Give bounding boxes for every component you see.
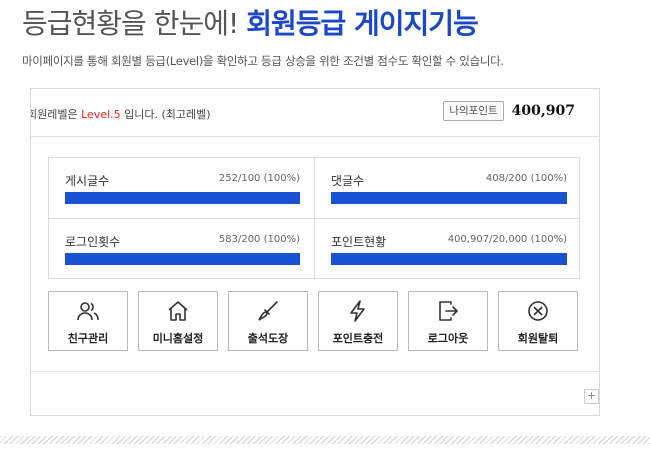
gauge-label: 댓글수: [331, 174, 365, 188]
my-point-box: 나의포인트 400,907: [443, 101, 575, 121]
member-level-panel: 회원레벨은 Level.5 입니다. (최고레벨) 나의포인트 400,907 …: [30, 88, 600, 416]
action-buttons: 친구관리 미니홈설정 출석도장 포인트충전 로그아웃 회원탈퇴: [48, 291, 580, 351]
gauge-comments: 댓글수 408/200 (100%): [315, 158, 581, 219]
withdraw-button[interactable]: 회원탈퇴: [498, 291, 578, 351]
friends-icon: [77, 302, 99, 321]
gauge-fill: [331, 253, 567, 265]
gauge-fill: [331, 192, 567, 204]
gauge-value: 252/100 (100%): [218, 173, 300, 184]
hero-title-light: 등급현황을 한눈에!: [22, 7, 239, 40]
level-suffix: 입니다. (최고레벨): [124, 108, 211, 121]
level-info: 회원레벨은 Level.5 입니다. (최고레벨): [30, 106, 211, 122]
expand-button[interactable]: +: [584, 389, 599, 404]
hero-title-strong: 회원등급 게이지기능: [246, 7, 479, 40]
action-label: 친구관리: [67, 332, 109, 345]
gauge-value: 583/200 (100%): [218, 234, 300, 245]
gauge-value: 408/200 (100%): [485, 173, 567, 184]
point-charge-button[interactable]: 포인트충전: [318, 291, 398, 351]
stamp-icon: [258, 301, 278, 321]
hero-subtitle: 마이페이지를 통해 회원별 등급(Level)을 확인하고 등급 상승을 위한 …: [22, 54, 504, 68]
my-point-value: 400,907: [511, 103, 575, 119]
gauge-track: [331, 253, 567, 265]
action-label: 출석도장: [247, 332, 289, 345]
level-gauge-grid: 게시글수 252/100 (100%) 댓글수 408/200 (100%) 로…: [48, 157, 581, 280]
action-label: 회원탈퇴: [517, 332, 559, 345]
gauge-track: [65, 253, 300, 265]
section-divider: [0, 436, 650, 444]
gauge-label: 포인트현황: [331, 235, 387, 249]
logout-button[interactable]: 로그아웃: [408, 291, 488, 351]
gauge-points: 포인트현황 400,907/20,000 (100%): [315, 219, 581, 280]
gauge-track: [65, 192, 300, 204]
home-icon: [168, 301, 188, 321]
gauge-posts: 게시글수 252/100 (100%): [49, 158, 315, 219]
panel-divider: [31, 371, 599, 372]
minihome-settings-button[interactable]: 미니홈설정: [138, 291, 218, 351]
action-label: 포인트충전: [332, 332, 384, 345]
gauge-fill: [65, 192, 300, 204]
gauge-logins: 로그인횟수 583/200 (100%): [49, 219, 315, 280]
my-point-label: 나의포인트: [443, 101, 504, 121]
level-value: Level.5: [81, 108, 121, 121]
hero-title: 등급현황을 한눈에! 회원등급 게이지기능: [22, 6, 479, 42]
gauge-label: 게시글수: [65, 174, 110, 188]
panel-header: 회원레벨은 Level.5 입니다. (최고레벨) 나의포인트 400,907: [31, 89, 599, 137]
logout-icon: [439, 301, 458, 321]
gauge-track: [331, 192, 567, 204]
gauge-fill: [65, 253, 300, 265]
attendance-button[interactable]: 출석도장: [228, 291, 308, 351]
action-label: 로그아웃: [427, 332, 469, 345]
gauge-label: 로그인횟수: [65, 235, 121, 249]
gauge-value: 400,907/20,000 (100%): [447, 234, 567, 245]
lightning-icon: [350, 300, 365, 322]
withdraw-icon: [528, 301, 548, 321]
level-prefix: 회원레벨은: [30, 108, 78, 121]
action-label: 미니홈설정: [152, 332, 204, 345]
friends-button[interactable]: 친구관리: [48, 291, 128, 351]
